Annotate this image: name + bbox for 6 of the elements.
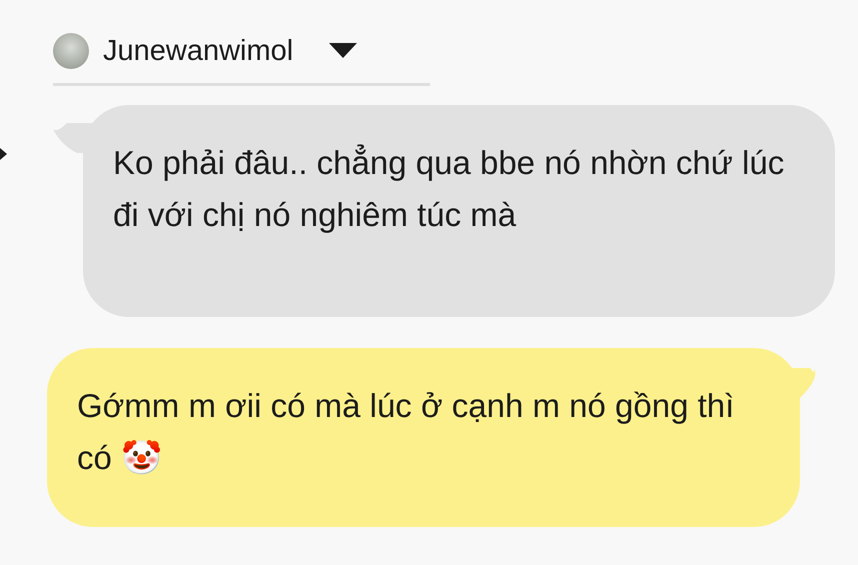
message-bubble: Ko phải đâu.. chẳng qua bbe nó nhờn chứ lúc đi với chị nó nghiêm túc mà [83, 105, 835, 317]
author-name: Junewanwimol [103, 34, 294, 68]
arrow-icon [0, 146, 8, 162]
avatar [53, 32, 89, 68]
caret-icon[interactable] [329, 42, 358, 58]
message-bubble: Gớmm m ơii có mà lúc ở cạnh m nó gồng thì có 🤡 [47, 348, 800, 527]
